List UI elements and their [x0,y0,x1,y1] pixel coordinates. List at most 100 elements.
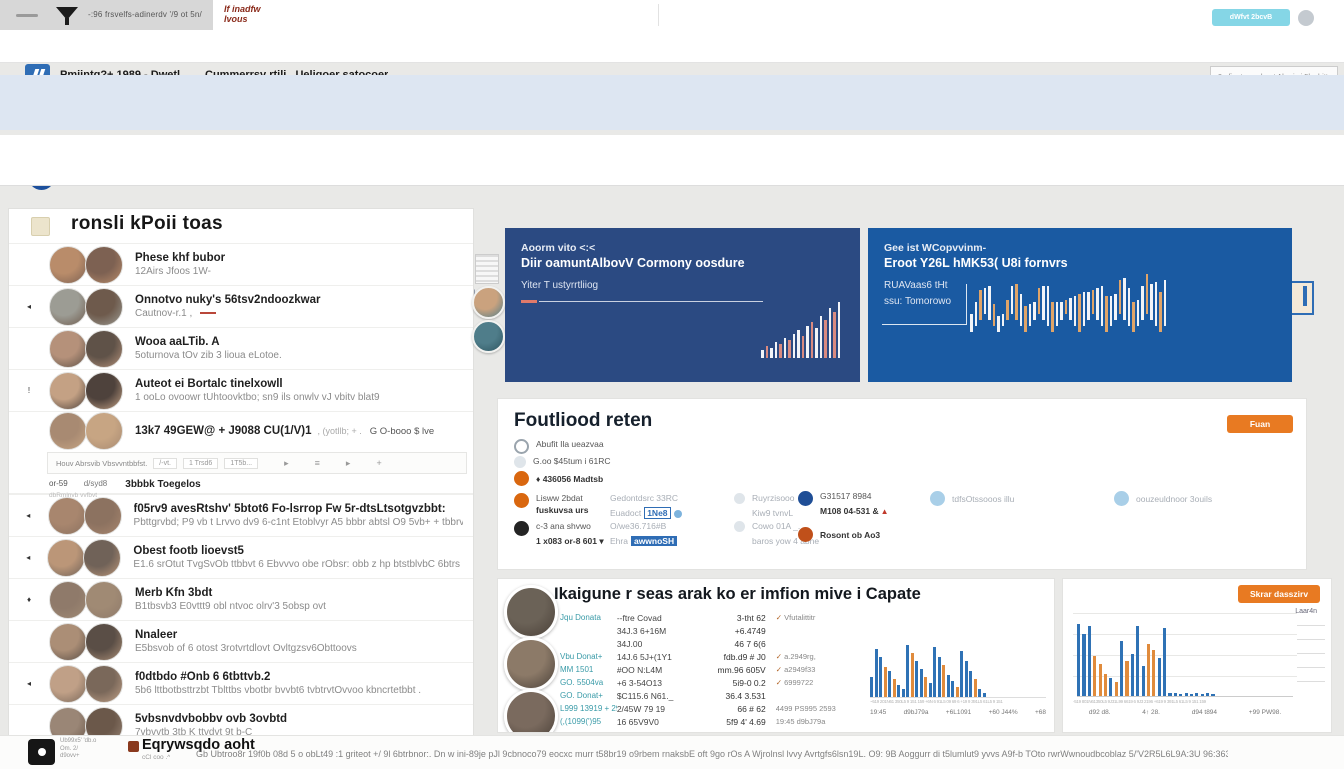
people-list-top: Phese khf bubor12Airs Jfoos 1W-◂Onnotvo … [9,243,473,411]
bar [1206,693,1209,696]
list-item[interactable]: Phese khf bubor12Airs Jfoos 1W- [9,243,473,285]
featured-item[interactable]: G31517 8984M108 04-531 &▲ [798,491,889,519]
floating-avatar[interactable] [472,286,505,319]
hero-card-market[interactable]: Aoorm vito <:< Diir oamuntAlbovV Cormony… [505,228,860,382]
avatar [85,330,123,368]
candle [770,348,773,358]
mini-list-item[interactable]: or-59 d/syd8 3bbbk Toegelos dbRmlnvb vvf… [9,474,473,494]
candle [1105,296,1108,332]
table-row[interactable]: (,(1099(')9516 65V9V05f9 4' 4.6919:45 d9… [560,715,860,728]
mini-b: d/syd8 [84,479,108,488]
mini-gridline [1297,667,1325,668]
table-row[interactable]: Jqu Donata--ftre Covad3-tht 62✓ Vfutalit… [560,611,860,624]
table-row[interactable]: Vbu Donat+14J.6 5J+(1Y1fdb.d9 # J0✓ a.29… [560,650,860,663]
toolbar-menu-icon[interactable]: ≡ [315,458,320,468]
table-row[interactable]: L999 13919 + 29vglo2/45W 79 1966 # 62449… [560,702,860,715]
featured-item[interactable]: RuyrzisoooKiw9 tvnvL [734,493,795,521]
bar [938,657,941,697]
axis-label: 19:45 [870,709,886,716]
community-avatar[interactable] [504,689,558,733]
avatar [83,539,121,577]
featured-item[interactable]: Rosont ob Ao3 [798,527,880,542]
featured-title: Foutliood reten [514,410,652,432]
candle [838,302,841,358]
bar [1077,624,1080,696]
list-item-text: NnaleerE5bsvob of 6 otost 3rotvrtdlovt O… [135,629,357,654]
list-item[interactable]: Wooa aaLTib. A5oturnova tOv zib 3 lioua … [9,327,473,369]
candle [1069,298,1072,320]
table-row[interactable]: 34J.3 6+16M+6.4749 [560,624,860,637]
candle [1132,302,1135,332]
table-cell: $C115.6 N61._ [617,691,711,701]
featured-item[interactable]: O/we36.716#BEhraawwnoSH [610,521,677,549]
candle [761,350,764,358]
candle [1155,282,1158,326]
featured-cta-button[interactable]: Fuan [1227,415,1293,433]
candle [766,346,769,358]
toolbar-tab-2[interactable]: 1 Trsd6 [183,458,218,469]
list-item-text: 5vbsnvdvbobbv ovb 3ovbtd7vbvvtb 3tb K tt… [135,713,287,737]
dot-icon [734,521,745,532]
bar [1125,661,1128,696]
bar [960,651,963,697]
toolbar-next2-icon[interactable]: ▸ [346,458,351,469]
item-title: Nnaleer [135,629,357,641]
special-list-item[interactable]: 13k7 49GEW@ + J9088 CU(1/V)1 , (yotllb; … [9,411,473,450]
avatar [49,665,87,703]
list-item[interactable]: ◂Obest footb lioevst5E1.6 srOtut TvgSvOb… [9,536,473,578]
toolbar-next-icon[interactable]: ▸ [284,458,289,469]
stats-cta-button[interactable]: Skrar dasszirv [1238,585,1320,603]
orange-dot-icon [514,471,529,486]
featured-item[interactable]: c-3 ana shvwo1 x083 or-8 601 ▾ [514,521,604,549]
featured-item[interactable]: ♦ 436056 Madtsb [514,471,603,486]
avatar [49,412,87,450]
browser-tab-strip: -:96 frsvelfs-adinerdv '/9 ot 5n/ If ina… [0,0,1344,30]
footer-app-button[interactable] [28,739,55,765]
table-row[interactable]: MM 1501#OO N:L4Mmm.96 605V✓ a2949f33 [560,663,860,676]
list-item[interactable]: !Auteot ei Bortalc tinelxowll1 ooLo ovoo… [9,369,473,411]
item-subtitle: Cautnov-r.1 , [135,308,321,319]
list-item[interactable]: 5vbsnvdvbobbv ovb 3ovbtd7vbvvtb 3tb K tt… [9,704,473,737]
bar [879,657,882,697]
profile-avatar[interactable] [1298,10,1314,26]
tab-2-logo[interactable]: If inadfw Ivous [224,4,261,24]
stats-section: Skrar dasszirv Laar4n -519 801N61350L5 9… [1062,578,1332,733]
dot-icon [734,493,745,504]
bar [1174,693,1177,696]
list-item[interactable]: NnaleerE5bsvob of 6 otost 3rotvrtdlovt O… [9,620,473,662]
toolbar-add-icon[interactable]: + [376,458,381,468]
table-cell: GO. 5504va [560,678,617,687]
table-row[interactable]: 34J.0046 7 6(6 [560,637,860,650]
dot-icon [38,748,46,756]
window-controls[interactable] [16,14,38,17]
tab-1-title[interactable]: -:96 frsvelfs-adinerdv '/9 ot 5n/ [88,10,206,19]
featured-item[interactable]: oouzeuldnoor 3ouils [1114,491,1212,506]
featured-item[interactable]: Gedontdsrc 33RCEuadoct1Ne8 [610,493,682,521]
candle [1038,288,1041,314]
drag-handle-widget[interactable] [475,254,499,284]
list-item[interactable]: ◂f05rv9 avesRtshv' 5btot6 Fo-lsrrop Fw 5… [9,494,473,536]
community-avatar[interactable] [504,585,558,639]
table-row[interactable]: GO. Donat+$C115.6 N61._36.4 3.531 [560,689,860,702]
avatar [85,581,123,619]
community-avatar[interactable] [504,637,558,691]
bar [947,675,950,697]
candle [979,290,982,320]
candle [1092,290,1095,314]
candle [997,316,1000,332]
toolbar-tab-3[interactable]: 1T5b... [224,458,258,469]
featured-item[interactable]: Abufit Ila ueazvaa [514,439,604,454]
featured-item[interactable]: tdfsOtssooos illu [930,491,1014,506]
featured-item[interactable]: G.oo $45tum i 61RC [514,456,610,468]
bar [1152,650,1155,696]
hero-card-futures[interactable]: Gee ist WCopvvinm- Eroot Y26L hMK53( U8i… [868,228,1292,382]
toolbar-tab-1[interactable]: /-vt. [153,458,177,469]
signin-button[interactable]: dWfvt 2bcvB [1212,9,1290,26]
list-item[interactable]: ◂Onnotvo nuky's 56tsv2ndoozkwarCautnov-r… [9,285,473,327]
hero-b-bracket [882,284,967,325]
list-item[interactable]: ♦Merb Kfn 3bdtB1tbsvb3 E0vttt9 obl ntvoc… [9,578,473,620]
table-row[interactable]: GO. 5504va+6 3-54O135i9-0 0.2✓ 6999722 [560,676,860,689]
list-item[interactable]: ◂f0dtbdo #Onb 6 6tbttvb.25b6 lttbotbsttr… [9,662,473,704]
floating-avatar[interactable] [472,320,505,353]
featured-item[interactable]: Lisww 2bdatfuskuvsa urs [514,493,588,515]
